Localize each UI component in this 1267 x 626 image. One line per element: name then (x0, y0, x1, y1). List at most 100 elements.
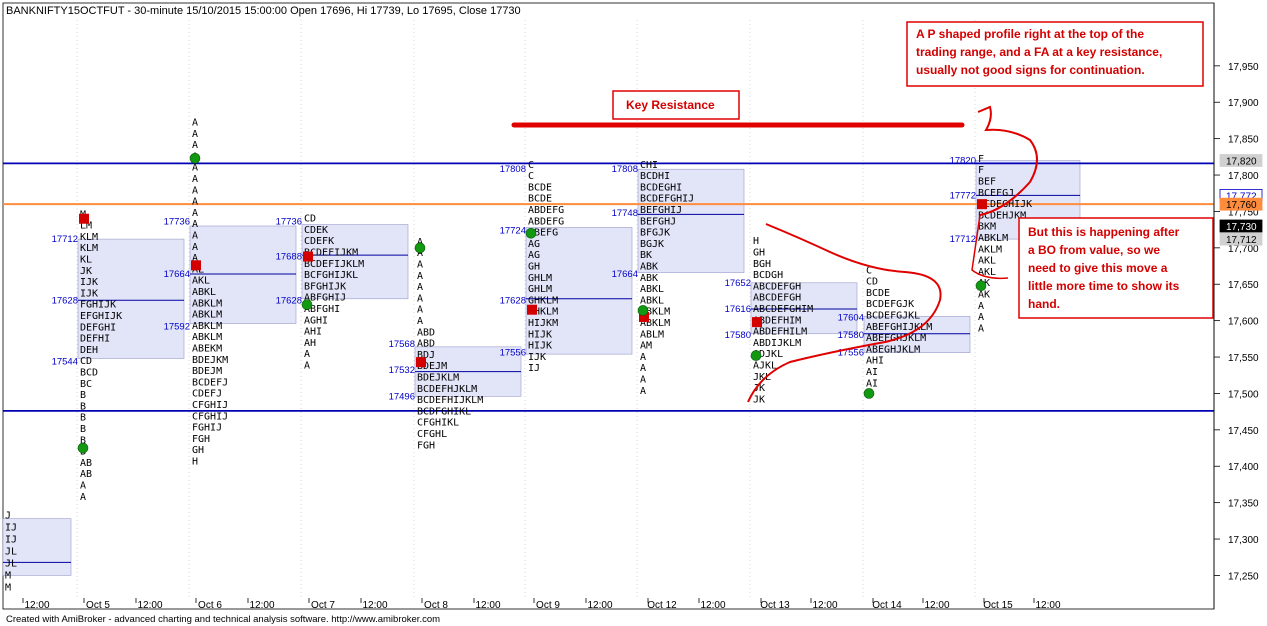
tpo-row: ABEGHJKLM (866, 344, 920, 355)
tpo-row: BEFGHJ (640, 216, 676, 227)
x-tick-label: 12:00 (1035, 600, 1060, 611)
tpo-row: GH (192, 445, 204, 456)
x-tick-label: Oct 8 (424, 600, 448, 611)
tpo-row: A (640, 386, 646, 397)
tpo-row: BCDE (866, 288, 890, 299)
tpo-row: BGJK (640, 239, 664, 250)
tpo-row: F (978, 154, 984, 165)
level-label: 17664 (612, 269, 638, 280)
tpo-row: BDEJKM (192, 355, 228, 366)
tpo-row: BCEFGJ (978, 188, 1014, 199)
tpo-row: A (640, 352, 646, 363)
tpo-row: A (192, 163, 198, 174)
level-label: 17652 (725, 278, 751, 289)
tpo-row: BGH (753, 259, 771, 270)
level-label: 17736 (164, 217, 190, 228)
tpo-row: A (192, 242, 198, 253)
tpo-row: IJ (5, 523, 17, 534)
y-tick-label: 17,800 (1228, 171, 1259, 182)
price-badge-label: 17,820 (1226, 156, 1257, 167)
open-marker (416, 357, 426, 368)
tpo-row: CFGHIJ (192, 400, 228, 411)
tpo-row: ABKLM (192, 332, 222, 343)
close-marker (189, 152, 201, 164)
tpo-row: AM (640, 341, 652, 352)
tpo-row: DEFGHI (80, 322, 116, 333)
x-tick-label: 12:00 (924, 600, 949, 611)
tpo-row: BCDE (528, 182, 552, 193)
tpo-row: CDEK (304, 225, 328, 236)
tpo-row: ABKL (640, 295, 664, 306)
tpo-row: C (528, 160, 534, 171)
y-tick-label: 17,350 (1228, 499, 1259, 510)
p-profile-note-line-2: trading range, and a FA at a key resista… (916, 45, 1162, 59)
chart-footer: Created with AmiBroker - advanced charti… (6, 614, 440, 625)
y-tick-label: 17,300 (1228, 535, 1259, 546)
tpo-row: BCDFGHIKL (417, 406, 471, 417)
tpo-row: IJK (80, 277, 98, 288)
tpo-row: AJKL (753, 361, 777, 372)
tpo-row: ABKL (640, 284, 664, 295)
tpo-row: B (80, 424, 86, 435)
tpo-row: A (417, 282, 423, 293)
tpo-row: B (80, 401, 86, 412)
tpo-row: JK (80, 266, 92, 277)
x-tick-label: Oct 14 (872, 600, 902, 611)
level-label: 17616 (725, 304, 751, 315)
tpo-row: CD (866, 277, 878, 288)
y-tick-label: 17,250 (1228, 571, 1259, 582)
y-tick-label: 17,450 (1228, 426, 1259, 437)
tpo-row: KLM (80, 243, 98, 254)
open-marker (527, 304, 537, 315)
open-marker (977, 199, 987, 210)
tpo-row: AGHI (304, 315, 328, 326)
x-tick-label: 12:00 (362, 600, 387, 611)
tpo-row: A (304, 361, 310, 372)
tpo-row: BCDE (528, 194, 552, 205)
level-label: 17532 (389, 365, 415, 376)
level-label: 17628 (276, 295, 302, 306)
tpo-row: ABKLM (978, 233, 1008, 244)
breakout-note-line-1: But this is happening after (1028, 225, 1180, 239)
x-tick-label: 12:00 (249, 600, 274, 611)
close-marker (975, 280, 987, 291)
x-tick-label: Oct 13 (760, 600, 790, 611)
tpo-row: CFGHL (417, 429, 447, 440)
level-label: 17772 (950, 190, 976, 201)
tpo-row: BCDEFJ (192, 377, 228, 388)
x-tick-label: Oct 6 (198, 600, 222, 611)
open-marker (752, 317, 762, 328)
tpo-row: ABK (640, 273, 658, 284)
x-tick-label: Oct 15 (983, 600, 1013, 611)
price-badge-label: 17,730 (1226, 222, 1257, 233)
tpo-row: C (528, 171, 534, 182)
level-label: 17556 (500, 348, 526, 359)
tpo-row: BCFGHIJKL (304, 270, 358, 281)
price-badge-label: 17,760 (1226, 200, 1257, 211)
x-tick-label: 12:00 (475, 600, 500, 611)
tpo-row: JL (5, 559, 17, 570)
level-label: 17580 (838, 330, 864, 341)
level-label: 17688 (276, 252, 302, 263)
level-label: 17748 (612, 208, 638, 219)
tpo-row: BEF (978, 177, 996, 188)
tpo-row: A (80, 492, 86, 503)
y-tick-label: 17,400 (1228, 462, 1259, 473)
tpo-row: A (417, 293, 423, 304)
tpo-row: B (80, 413, 86, 424)
tpo-row: A (80, 480, 86, 491)
tpo-row: BDEJM (192, 366, 222, 377)
x-tick-label: 12:00 (137, 600, 162, 611)
tpo-row: BCDEGHI (640, 182, 682, 193)
key-resistance-label: Key Resistance (626, 98, 715, 112)
tpo-row: H (192, 457, 198, 468)
tpo-row: BCDHI (640, 171, 670, 182)
tpo-row: GHKLM (528, 295, 558, 306)
x-tick-label: Oct 12 (647, 600, 677, 611)
tpo-row: ABDEFG (528, 216, 564, 227)
open-marker (79, 213, 89, 224)
breakout-note-line-5: hand. (1028, 297, 1060, 311)
level-label: 17628 (52, 295, 78, 306)
tpo-row: A (417, 316, 423, 327)
level-label: 17712 (950, 234, 976, 245)
